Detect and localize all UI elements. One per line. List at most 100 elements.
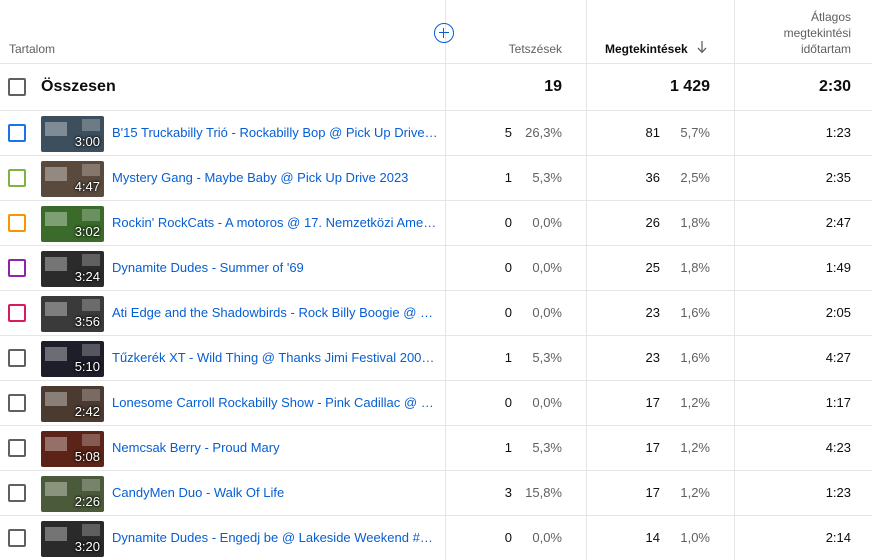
content-column-header[interactable]: Tartalom — [9, 42, 55, 56]
views-column-header[interactable]: Megtekintések — [605, 42, 688, 56]
views-percent: 2,5% — [680, 170, 710, 185]
row-checkbox[interactable] — [8, 529, 26, 547]
row-checkbox[interactable] — [8, 349, 26, 367]
video-title-link[interactable]: Ati Edge and the Shadowbirds - Rock Bill… — [112, 305, 438, 320]
video-duration: 3:24 — [74, 269, 100, 284]
views-count: 23 — [645, 305, 660, 320]
avg-view-duration: 1:17 — [825, 395, 851, 410]
likes-count: 1 — [504, 440, 512, 455]
add-column-button[interactable] — [434, 23, 454, 43]
views-percent: 1,2% — [680, 395, 710, 410]
views-percent: 1,8% — [680, 215, 710, 230]
video-thumbnail[interactable]: 3:24 — [41, 251, 104, 287]
video-title-link[interactable]: Lonesome Carroll Rockabilly Show - Pink … — [112, 395, 438, 410]
table-row: 3:00 B'15 Truckabilly Trió - Rockabilly … — [0, 111, 872, 156]
video-duration: 3:20 — [74, 539, 100, 554]
video-duration: 3:56 — [74, 314, 100, 329]
views-percent: 1,8% — [680, 260, 710, 275]
video-title-link[interactable]: Dynamite Dudes - Summer of '69 — [112, 260, 438, 275]
avg-header-line: megtekintési — [783, 26, 851, 40]
row-checkbox[interactable] — [8, 214, 26, 232]
table-row: 3:24 Dynamite Dudes - Summer of '69 0 0,… — [0, 246, 872, 291]
avg-view-duration: 2:47 — [825, 215, 851, 230]
row-checkbox[interactable] — [8, 124, 26, 142]
video-thumbnail[interactable]: 5:10 — [41, 341, 104, 377]
table-row: 4:47 Mystery Gang - Maybe Baby @ Pick Up… — [0, 156, 872, 201]
video-thumbnail[interactable]: 3:02 — [41, 206, 104, 242]
thumbnail-graphic — [45, 302, 67, 316]
row-checkbox[interactable] — [8, 304, 26, 322]
video-title-link[interactable]: Nemcsak Berry - Proud Mary — [112, 440, 438, 455]
avg-view-duration: 1:23 — [825, 125, 851, 140]
table-row: 2:26 CandyMen Duo - Walk Of Life 3 15,8%… — [0, 471, 872, 516]
avg-header-line: időtartam — [800, 42, 851, 56]
row-checkbox[interactable] — [8, 439, 26, 457]
video-title-link[interactable]: Rockin' RockCats - A motoros @ 17. Nemze… — [112, 215, 438, 230]
thumbnail-graphic — [82, 524, 100, 536]
row-checkbox[interactable] — [8, 394, 26, 412]
likes-percent: 0,0% — [532, 260, 562, 275]
table-row: 3:02 Rockin' RockCats - A motoros @ 17. … — [0, 201, 872, 246]
video-duration: 2:42 — [74, 404, 100, 419]
video-thumbnail[interactable]: 5:08 — [41, 431, 104, 467]
video-duration: 5:08 — [74, 449, 100, 464]
row-checkbox[interactable] — [8, 259, 26, 277]
views-count: 36 — [645, 170, 660, 185]
views-count: 17 — [645, 485, 660, 500]
thumbnail-graphic — [82, 434, 100, 446]
sort-descending-icon[interactable] — [696, 40, 708, 54]
likes-percent: 26,3% — [525, 125, 562, 140]
thumbnail-graphic — [45, 347, 67, 361]
video-duration: 3:00 — [74, 134, 100, 149]
video-title-link[interactable]: Dynamite Dudes - Engedj be @ Lakeside We… — [112, 530, 438, 545]
thumbnail-graphic — [82, 344, 100, 356]
table-row: 5:10 Tűzkerék XT - Wild Thing @ Thanks J… — [0, 336, 872, 381]
thumbnail-graphic — [82, 299, 100, 311]
row-checkbox[interactable] — [8, 169, 26, 187]
video-thumbnail[interactable]: 4:47 — [41, 161, 104, 197]
avg-view-duration-header[interactable]: Átlagos megtekintési időtartam — [784, 9, 851, 57]
views-percent: 1,2% — [680, 440, 710, 455]
avg-view-duration: 1:23 — [825, 485, 851, 500]
likes-count: 0 — [504, 260, 512, 275]
video-title-link[interactable]: B'15 Truckabilly Trió - Rockabilly Bop @… — [112, 125, 438, 140]
views-percent: 1,2% — [680, 485, 710, 500]
avg-view-duration: 4:27 — [825, 350, 851, 365]
avg-view-duration: 2:35 — [825, 170, 851, 185]
likes-count: 0 — [504, 305, 512, 320]
views-count: 17 — [645, 440, 660, 455]
video-duration: 4:47 — [74, 179, 100, 194]
video-thumbnail[interactable]: 3:00 — [41, 116, 104, 152]
total-label: Összesen — [41, 78, 116, 95]
avg-header-line: Átlagos — [810, 10, 851, 24]
views-count: 17 — [645, 395, 660, 410]
views-count: 14 — [645, 530, 660, 545]
likes-count: 5 — [504, 125, 512, 140]
likes-count: 0 — [504, 395, 512, 410]
video-duration: 3:02 — [74, 224, 100, 239]
likes-percent: 5,3% — [532, 170, 562, 185]
video-title-link[interactable]: Mystery Gang - Maybe Baby @ Pick Up Driv… — [112, 170, 438, 185]
video-thumbnail[interactable]: 2:26 — [41, 476, 104, 512]
select-all-checkbox[interactable] — [8, 78, 26, 96]
thumbnail-graphic — [45, 212, 67, 226]
thumbnail-graphic — [82, 389, 100, 401]
video-thumbnail[interactable]: 2:42 — [41, 386, 104, 422]
video-title-link[interactable]: Tűzkerék XT - Wild Thing @ Thanks Jimi F… — [112, 350, 438, 365]
total-avg-duration: 2:30 — [818, 78, 851, 95]
likes-count: 3 — [504, 485, 512, 500]
row-checkbox[interactable] — [8, 484, 26, 502]
avg-view-duration: 2:05 — [825, 305, 851, 320]
likes-percent: 0,0% — [532, 530, 562, 545]
thumbnail-graphic — [82, 119, 100, 131]
likes-count: 1 — [504, 350, 512, 365]
video-title-link[interactable]: CandyMen Duo - Walk Of Life — [112, 485, 438, 500]
views-count: 81 — [645, 125, 660, 140]
video-thumbnail[interactable]: 3:56 — [41, 296, 104, 332]
likes-column-header[interactable]: Tetszések — [509, 42, 562, 56]
table-row: 5:08 Nemcsak Berry - Proud Mary 1 5,3% 1… — [0, 426, 872, 471]
likes-percent: 5,3% — [532, 440, 562, 455]
thumbnail-graphic — [82, 254, 100, 266]
video-thumbnail[interactable]: 3:20 — [41, 521, 104, 557]
table-row: 3:20 Dynamite Dudes - Engedj be @ Lakesi… — [0, 516, 872, 560]
